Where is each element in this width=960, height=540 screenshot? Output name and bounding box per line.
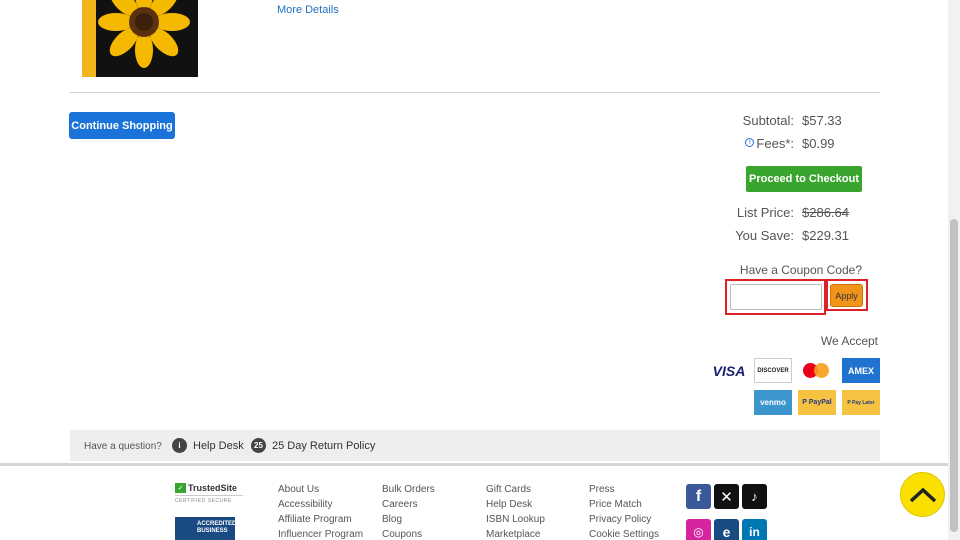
trustedsite-title: TrustedSite bbox=[188, 483, 238, 493]
return-policy-label: 25 Day Return Policy bbox=[272, 439, 376, 452]
page-scrollbar[interactable] bbox=[948, 0, 960, 540]
proceed-to-checkout-button[interactable]: Proceed to Checkout bbox=[746, 166, 862, 192]
footer-column-3: Gift Cards Help Desk ISBN Lookup Marketp… bbox=[486, 482, 545, 540]
back-to-top-button[interactable] bbox=[900, 472, 945, 517]
venmo-icon: venmo bbox=[754, 390, 792, 415]
you-save-row: You Save: $229.31 bbox=[735, 228, 858, 243]
coupon-input-highlight bbox=[725, 279, 826, 315]
footer-column-4: Press Price Match Privacy Policy Cookie … bbox=[589, 482, 659, 540]
help-bar: Have a question? i Help Desk 25 25 Day R… bbox=[70, 430, 880, 461]
you-save-value: $229.31 bbox=[802, 228, 849, 243]
footer-link[interactable]: Affiliate Program bbox=[278, 512, 363, 527]
bbb-line1: ACCREDITED bbox=[197, 521, 237, 527]
mastercard-icon bbox=[798, 358, 836, 383]
trustedsite-badge[interactable]: ✓ TrustedSite CERTIFIED SECURE bbox=[175, 483, 243, 511]
subtotal-value: $57.33 bbox=[802, 113, 842, 128]
footer-link[interactable]: Blog bbox=[382, 512, 435, 527]
product-image[interactable] bbox=[82, 0, 198, 77]
linkedin-icon[interactable]: in bbox=[742, 519, 767, 540]
list-price-value: $286.64 bbox=[802, 205, 849, 220]
subtotal-row: Subtotal: $57.33 bbox=[743, 113, 858, 128]
footer-link[interactable]: Press bbox=[589, 482, 659, 497]
footer-link[interactable]: Marketplace bbox=[486, 527, 545, 540]
footer-link[interactable]: Gift Cards bbox=[486, 482, 545, 497]
footer-link[interactable]: Coupons bbox=[382, 527, 435, 540]
we-accept-title: We Accept bbox=[820, 334, 878, 348]
footer-column-1: About Us Accessibility Affiliate Program… bbox=[278, 482, 363, 540]
apply-button-highlight: Apply bbox=[826, 279, 868, 311]
footer-link[interactable]: Bulk Orders bbox=[382, 482, 435, 497]
footer-link[interactable]: Cookie Settings bbox=[589, 527, 659, 540]
footer-link[interactable]: About Us bbox=[278, 482, 363, 497]
coupon-title: Have a Coupon Code? bbox=[739, 263, 862, 277]
help-desk-link[interactable]: i Help Desk bbox=[172, 438, 244, 453]
check-icon: ✓ bbox=[175, 483, 186, 493]
more-details-link[interactable]: More Details bbox=[277, 4, 339, 16]
help-question-text: Have a question? bbox=[84, 441, 162, 452]
footer-column-2: Bulk Orders Careers Blog Coupons bbox=[382, 482, 435, 540]
footer-link[interactable]: Privacy Policy bbox=[589, 512, 659, 527]
facebook-icon[interactable]: f bbox=[686, 484, 711, 509]
list-price-label: List Price: bbox=[736, 205, 794, 220]
footer-link[interactable]: Accessibility bbox=[278, 497, 363, 512]
footer-separator bbox=[0, 463, 948, 466]
return-days-icon: 25 bbox=[251, 438, 266, 453]
bbb-accredited-badge[interactable]: ACCREDITED BUSINESS bbox=[175, 517, 237, 540]
fees-row: i Fees*: $0.99 bbox=[745, 136, 858, 151]
help-desk-label: Help Desk bbox=[193, 439, 244, 452]
footer-link[interactable]: Careers bbox=[382, 497, 435, 512]
footer-link[interactable]: Help Desk bbox=[486, 497, 545, 512]
x-twitter-icon[interactable]: ✕ bbox=[714, 484, 739, 509]
trustedsite-subtitle: CERTIFIED SECURE bbox=[175, 495, 243, 504]
coupon-code-input[interactable] bbox=[730, 284, 822, 310]
tiktok-icon[interactable]: ♪ bbox=[742, 484, 767, 509]
subtotal-label: Subtotal: bbox=[742, 113, 794, 128]
info-icon[interactable]: i bbox=[745, 138, 755, 147]
discover-label: DISCOVER bbox=[757, 367, 789, 374]
paypal-icon: P PayPal bbox=[798, 390, 836, 415]
return-policy-link[interactable]: 25 25 Day Return Policy bbox=[251, 438, 375, 453]
apply-coupon-button[interactable]: Apply bbox=[830, 284, 863, 307]
fees-label: Fees*: bbox=[756, 136, 794, 151]
list-price-row: List Price: $286.64 bbox=[737, 205, 858, 220]
chevron-up-icon bbox=[909, 487, 936, 502]
paypal-pay-later-icon: P Pay Later bbox=[842, 390, 880, 415]
bbb-line2: BUSINESS bbox=[197, 528, 228, 534]
sunflower-icon bbox=[98, 0, 190, 68]
footer-link[interactable]: Price Match bbox=[589, 497, 659, 512]
footer-link[interactable]: Influencer Program bbox=[278, 527, 363, 540]
continue-shopping-button[interactable]: Continue Shopping bbox=[69, 112, 175, 139]
ecampus-blog-icon[interactable]: e bbox=[714, 519, 739, 540]
you-save-label: You Save: bbox=[735, 228, 794, 243]
cart-divider bbox=[70, 92, 880, 93]
scrollbar-thumb[interactable] bbox=[950, 219, 958, 532]
discover-icon: DISCOVER bbox=[754, 358, 792, 383]
visa-icon: VISA bbox=[712, 362, 746, 379]
instagram-icon[interactable]: ◎ bbox=[686, 519, 711, 540]
footer-link[interactable]: ISBN Lookup bbox=[486, 512, 545, 527]
amex-icon: AMEX bbox=[842, 358, 880, 383]
info-circle-icon: i bbox=[172, 438, 187, 453]
fees-value: $0.99 bbox=[802, 136, 835, 151]
